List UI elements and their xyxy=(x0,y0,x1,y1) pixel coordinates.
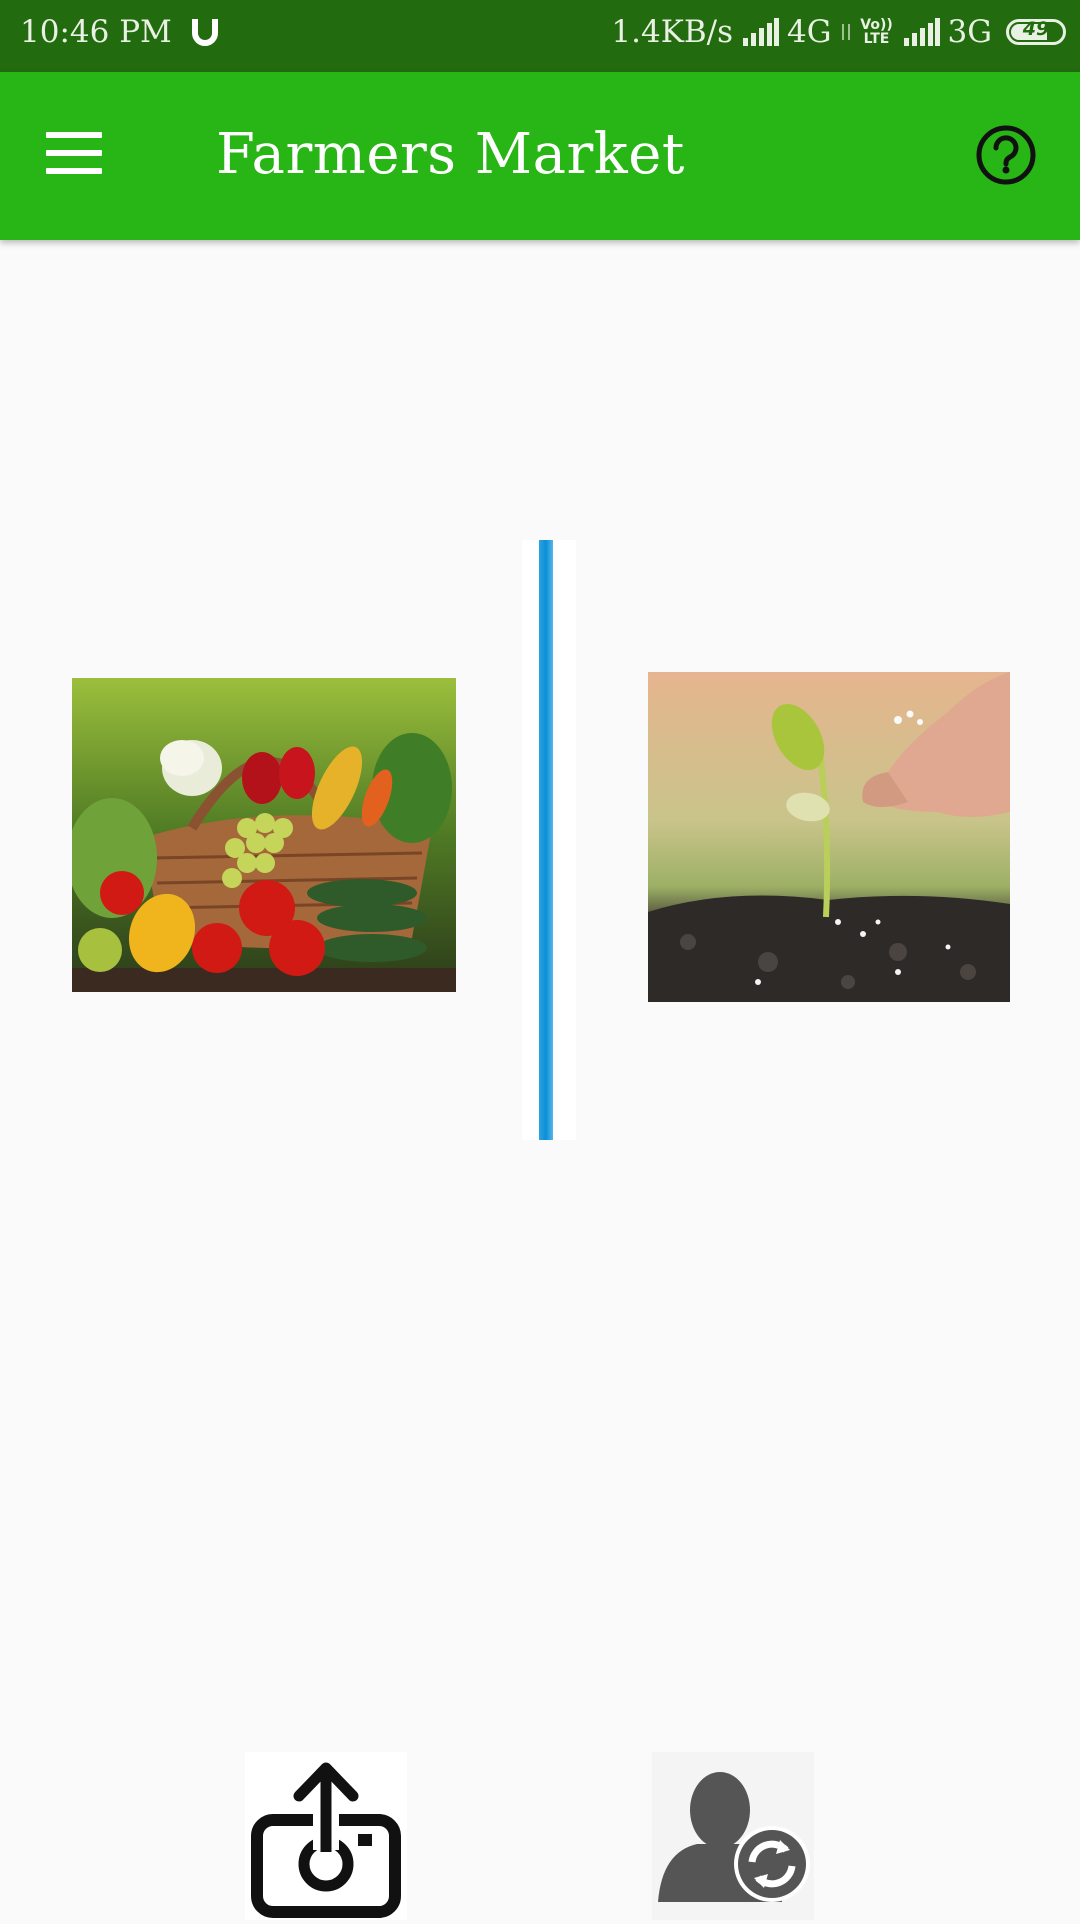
farmer-option[interactable] xyxy=(648,672,1010,1002)
center-divider xyxy=(522,540,576,1140)
u-app-icon xyxy=(191,19,218,46)
seedling-image xyxy=(648,672,1010,1002)
battery-icon: 49 xyxy=(1006,18,1066,45)
upload-photo-button[interactable] xyxy=(245,1752,407,1920)
hamburger-menu-icon xyxy=(46,128,108,178)
help-circle-icon xyxy=(976,125,1036,185)
status-bar: 10:46 PM 1.4KB/s 4G Vo)) LTE 3G 49 xyxy=(0,0,1080,72)
app-title: Farmers Market xyxy=(216,122,685,187)
help-button[interactable] xyxy=(975,124,1037,186)
signal-icon xyxy=(743,18,779,46)
switch-user-button[interactable] xyxy=(652,1752,814,1920)
buy-produce-option[interactable] xyxy=(72,678,456,992)
volte-badge: Vo)) LTE xyxy=(860,17,893,47)
status-time: 10:46 PM xyxy=(20,14,172,50)
network-type-2: 3G xyxy=(947,14,993,50)
data-arrows-icon xyxy=(841,24,850,40)
switch-user-icon xyxy=(658,1772,810,1902)
battery-level: 49 xyxy=(1022,18,1050,40)
upload-photo-icon xyxy=(251,1762,401,1918)
vegetable-basket-image xyxy=(72,678,456,992)
menu-button[interactable] xyxy=(46,128,108,178)
app-bar: Farmers Market xyxy=(0,72,1080,240)
network-type-1: 4G xyxy=(787,14,832,50)
net-speed: 1.4KB/s xyxy=(611,14,733,50)
signal-icon-2 xyxy=(903,18,940,46)
